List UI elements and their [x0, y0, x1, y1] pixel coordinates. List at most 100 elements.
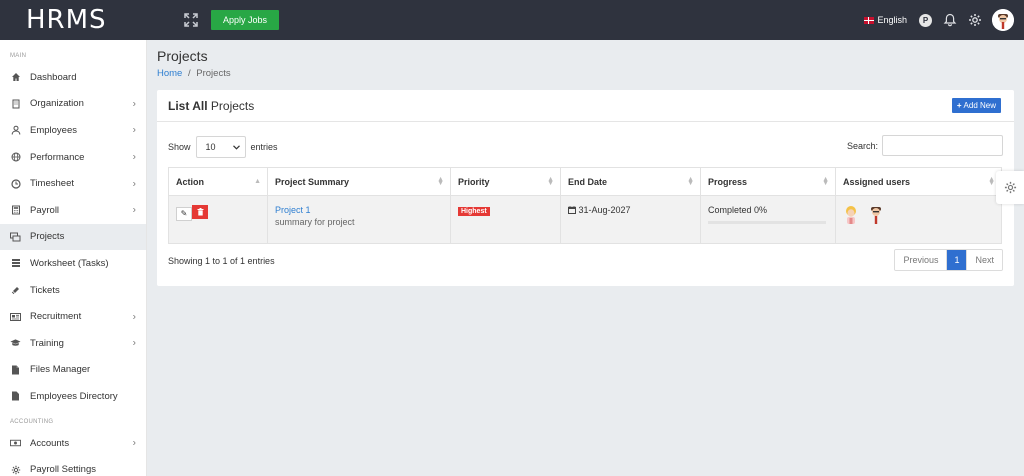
column-header-project-summary[interactable]: Project Summary ▲ ▼ — [268, 168, 451, 196]
graduation-cap-icon — [10, 338, 21, 349]
sidebar-item-worksheet[interactable]: Worksheet (Tasks) — [0, 250, 146, 277]
sidebar-item-training[interactable]: Training › — [0, 330, 146, 357]
sidebar-item-files-manager[interactable]: Files Manager — [0, 357, 146, 384]
assigned-users-cell — [836, 196, 1001, 243]
search-label: Search: — [846, 140, 878, 151]
sidebar-item-label: Projects — [30, 231, 65, 243]
column-header-assigned-users[interactable]: Assigned users ▲ ▼ — [836, 168, 1001, 196]
column-header-label: Assigned users — [843, 177, 911, 187]
uk-flag-icon — [864, 16, 875, 24]
sidebar-item-organization[interactable]: Organization › — [0, 91, 146, 118]
breadcrumb: Home / Projects — [157, 68, 231, 79]
chevron-right-icon: › — [132, 124, 136, 136]
column-header-progress[interactable]: Progress ▲ ▼ — [701, 168, 836, 196]
sidebar-item-employees[interactable]: Employees › — [0, 117, 146, 144]
entries-select[interactable]: 10 — [195, 136, 246, 158]
sort-icon: ▲ ▼ — [687, 176, 694, 187]
progress-cell: Completed 0% — [701, 196, 836, 243]
sidebar-item-timesheet[interactable]: Timesheet › — [0, 170, 146, 197]
language-selector[interactable]: English — [864, 15, 907, 25]
brand-logo[interactable]: HRMS — [0, 0, 147, 40]
building-icon — [10, 98, 21, 109]
chevron-right-icon: › — [132, 311, 136, 323]
money-icon — [10, 438, 21, 449]
user-avatar[interactable] — [992, 9, 1014, 31]
project-summary-text: summary for project — [275, 217, 355, 227]
column-header-label: End Date — [568, 177, 608, 187]
globe-icon — [10, 152, 21, 163]
sidebar: MAIN Dashboard Organization › Employees … — [0, 40, 147, 476]
project-summary-cell: Project 1 summary for project — [268, 196, 451, 243]
sidebar-item-accounts[interactable]: Accounts › — [0, 430, 146, 457]
user-avatar[interactable] — [868, 205, 884, 225]
table-info: Showing 1 to 1 of 1 entries — [168, 256, 275, 266]
add-new-label: Add New — [963, 101, 996, 110]
priority-cell: Highest — [451, 196, 561, 243]
progress-bar — [708, 221, 826, 224]
pagination-previous[interactable]: Previous — [895, 250, 948, 270]
sidebar-item-label: Dashboard — [30, 71, 77, 83]
projects-card: List All Projects + Add New Show 10 entr… — [157, 90, 1014, 286]
fullscreen-icon[interactable] — [184, 13, 198, 27]
directory-icon — [10, 391, 21, 402]
sidebar-section-main: MAIN — [10, 53, 27, 59]
chevron-right-icon: › — [132, 337, 136, 349]
search-input[interactable] — [882, 135, 1003, 156]
sidebar-item-employees-directory[interactable]: Employees Directory — [0, 383, 146, 410]
sidebar-item-payroll-settings[interactable]: Payroll Settings — [0, 456, 146, 476]
priority-badge: Highest — [458, 207, 490, 216]
pagination-page-1[interactable]: 1 — [947, 250, 968, 270]
user-icon — [10, 125, 21, 136]
entries-control: Show 10 entries — [168, 136, 278, 158]
home-icon — [10, 72, 21, 83]
menu-toggle-icon[interactable] — [158, 17, 172, 23]
sidebar-item-projects[interactable]: Projects — [0, 223, 146, 251]
progress-text: Completed 0% — [708, 205, 768, 215]
project-link[interactable]: Project 1 — [275, 205, 450, 215]
bell-icon[interactable] — [943, 13, 957, 27]
sidebar-item-label: Files Manager — [30, 364, 91, 376]
p-badge-icon[interactable]: P — [919, 13, 932, 27]
apply-jobs-button[interactable]: Apply Jobs — [211, 10, 280, 30]
search-control: Search: — [847, 135, 1003, 156]
floating-settings-gear-icon[interactable] — [996, 171, 1024, 204]
sidebar-item-label: Accounts — [30, 437, 70, 449]
entries-value: 10 — [205, 142, 216, 152]
sidebar-item-label: Timesheet — [30, 178, 74, 190]
sidebar-item-label: Employees Directory — [30, 390, 118, 402]
sidebar-item-tickets[interactable]: Tickets — [0, 277, 146, 304]
sidebar-item-label: Payroll Settings — [30, 464, 97, 476]
chevron-right-icon: › — [132, 98, 136, 110]
column-header-priority[interactable]: Priority ▲ ▼ — [451, 168, 561, 196]
clock-icon — [10, 178, 21, 189]
sort-icon: ▲ ▼ — [988, 176, 995, 187]
column-header-action[interactable]: Action ▲ — [169, 168, 268, 196]
sidebar-section-accounting: ACCOUNTING — [10, 418, 54, 425]
sort-icon: ▲ ▼ — [547, 176, 554, 187]
card-title-rest: Projects — [210, 98, 255, 113]
breadcrumb-current: Projects — [196, 68, 231, 79]
sidebar-item-payroll[interactable]: Payroll › — [0, 197, 146, 224]
sidebar-item-label: Organization — [30, 98, 84, 110]
sidebar-item-dashboard[interactable]: Dashboard — [0, 64, 146, 91]
add-new-button[interactable]: + Add New — [951, 98, 1001, 113]
page-title: Projects — [157, 48, 208, 64]
column-header-label: Progress — [708, 177, 748, 187]
end-date-text: 31-Aug-2027 — [578, 205, 631, 215]
edit-icon[interactable]: ✎ — [176, 206, 192, 221]
delete-icon[interactable] — [192, 205, 208, 219]
sidebar-item-recruitment[interactable]: Recruitment › — [0, 303, 146, 330]
sidebar-item-label: Recruitment — [30, 311, 82, 323]
user-avatar[interactable] — [843, 205, 859, 225]
column-header-end-date[interactable]: End Date ▲ ▼ — [561, 168, 701, 196]
file-icon — [10, 364, 21, 375]
column-header-label: Priority — [458, 177, 490, 187]
sidebar-item-label: Payroll — [30, 204, 60, 216]
breadcrumb-home-link[interactable]: Home — [157, 68, 182, 79]
sidebar-item-label: Training — [30, 337, 64, 349]
sidebar-item-performance[interactable]: Performance › — [0, 144, 146, 171]
breadcrumb-separator: / — [187, 68, 191, 79]
gear-icon[interactable] — [968, 13, 982, 27]
pagination: Previous 1 Next — [894, 249, 1003, 271]
pagination-next[interactable]: Next — [967, 250, 1002, 270]
